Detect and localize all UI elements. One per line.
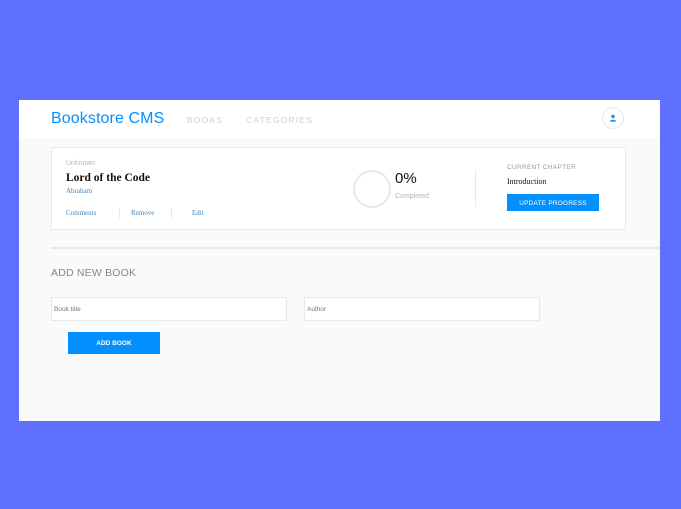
navbar: Bookstore CMS BOOKS CATEGORIES <box>19 100 660 138</box>
user-button[interactable] <box>602 107 624 129</box>
book-title-input[interactable] <box>51 297 287 321</box>
author-input[interactable] <box>304 297 540 321</box>
current-chapter-label: CURRENT CHAPTER <box>507 164 577 171</box>
comments-button[interactable]: Comments <box>66 209 96 217</box>
book-genre: Unknown <box>66 160 96 167</box>
remove-button[interactable]: Remove <box>131 209 154 217</box>
progress-divider <box>475 170 476 207</box>
progress-label: Completed <box>395 193 429 200</box>
update-progress-button[interactable]: UPDATE PROGRESS <box>507 194 599 211</box>
section-divider <box>51 247 660 249</box>
nav-link-books[interactable]: BOOKS <box>187 115 223 125</box>
nav-link-categories[interactable]: CATEGORIES <box>246 115 313 125</box>
book-card: Unknown Lord of the Code Abraham Comment… <box>51 147 626 230</box>
book-author: Abraham <box>66 187 93 195</box>
action-divider <box>171 208 172 218</box>
brand-title[interactable]: Bookstore CMS <box>51 110 164 128</box>
user-icon <box>610 114 616 122</box>
current-chapter-name: Introduction <box>507 177 547 186</box>
book-title: Lord of the Code <box>66 172 151 184</box>
add-book-button[interactable]: ADD BOOK <box>68 332 160 354</box>
edit-button[interactable]: Edit <box>192 209 204 217</box>
add-book-heading: ADD NEW BOOK <box>51 267 137 279</box>
app-window: Bookstore CMS BOOKS CATEGORIES Unknown L… <box>19 100 660 421</box>
action-divider <box>119 208 120 218</box>
progress-circle <box>353 170 391 208</box>
progress-percent: 0% <box>395 170 417 187</box>
